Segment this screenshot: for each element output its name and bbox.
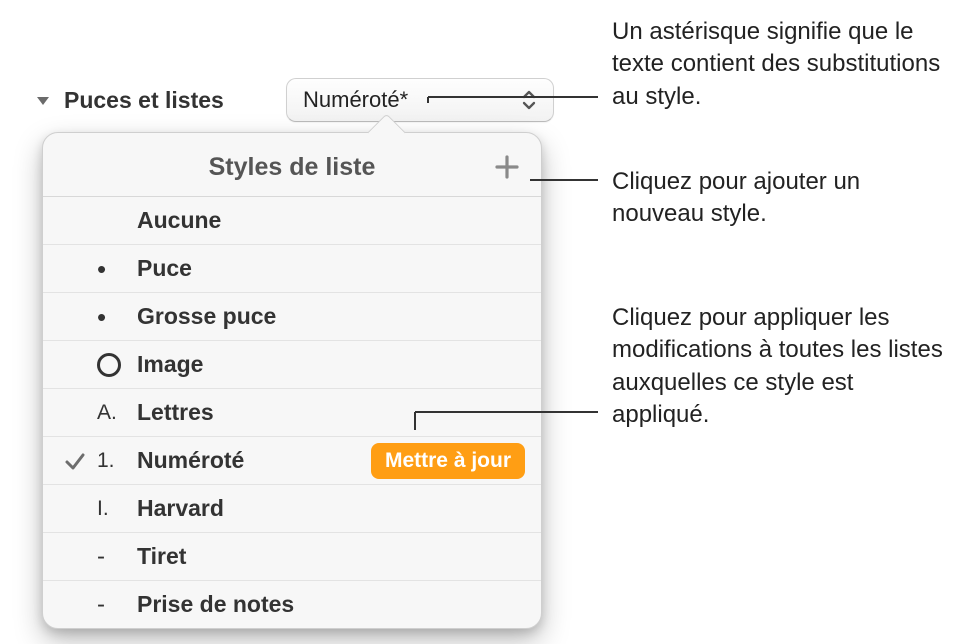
format-panel: Puces et listes Numéroté* [28,72,558,132]
list-item-label: Tiret [137,543,525,570]
section-label: Puces et listes [64,87,224,114]
add-style-button[interactable] [491,151,523,183]
list-item[interactable]: A.Lettres [43,389,541,437]
list-item[interactable]: -Tiret [43,533,541,581]
list-item-label: Prise de notes [137,591,525,618]
update-style-button[interactable]: Mettre à jour [371,443,525,479]
callout-add-style: Cliquez pour ajouter un nouveau style. [612,166,952,231]
list-item[interactable]: Aucune [43,197,541,245]
list-item-label: Grosse puce [137,303,525,330]
list-style-dropdown[interactable]: Numéroté* [286,78,554,122]
list-item[interactable]: -Prise de notes [43,581,541,628]
style-list: Aucune•Puce•Grosse puceImageA.Lettres1.N… [43,196,541,628]
checkmark-icon [53,450,97,472]
popover-title-text: Styles de liste [209,153,376,181]
list-styles-popover: Styles de liste Aucune •Puce•Grosse puce I… [42,132,542,629]
list-item[interactable]: •Puce [43,245,541,293]
list-item-label: Numéroté [137,447,371,474]
list-item-label: Puce [137,255,525,282]
list-item-label: Aucune [137,207,525,234]
list-item-label: Image [137,351,525,378]
list-style-icon: 1. [97,449,137,473]
list-item[interactable]: 1.NumérotéMettre à jour [43,437,541,485]
disclosure-triangle-icon[interactable] [32,89,54,111]
bullets-lists-header: Puces et listes Numéroté* [28,72,558,132]
chevron-up-down-icon [515,89,543,111]
list-item-label: Lettres [137,399,525,426]
list-item-label: Harvard [137,495,525,522]
callout-asterisk: Un astérisque signifie que le texte cont… [612,16,952,113]
list-item[interactable]: •Grosse puce [43,293,541,341]
popover-title: Styles de liste [43,133,541,196]
list-item[interactable]: I.Harvard [43,485,541,533]
list-style-icon: - [97,543,137,571]
callout-update: Cliquez pour appliquer les modifications… [612,302,952,432]
list-style-icon: - [97,591,137,619]
list-style-icon: I. [97,497,137,521]
list-item[interactable]: Image [43,341,541,389]
dropdown-value: Numéroté* [303,87,408,113]
list-style-icon: A. [97,401,137,425]
list-style-icon [97,353,137,377]
